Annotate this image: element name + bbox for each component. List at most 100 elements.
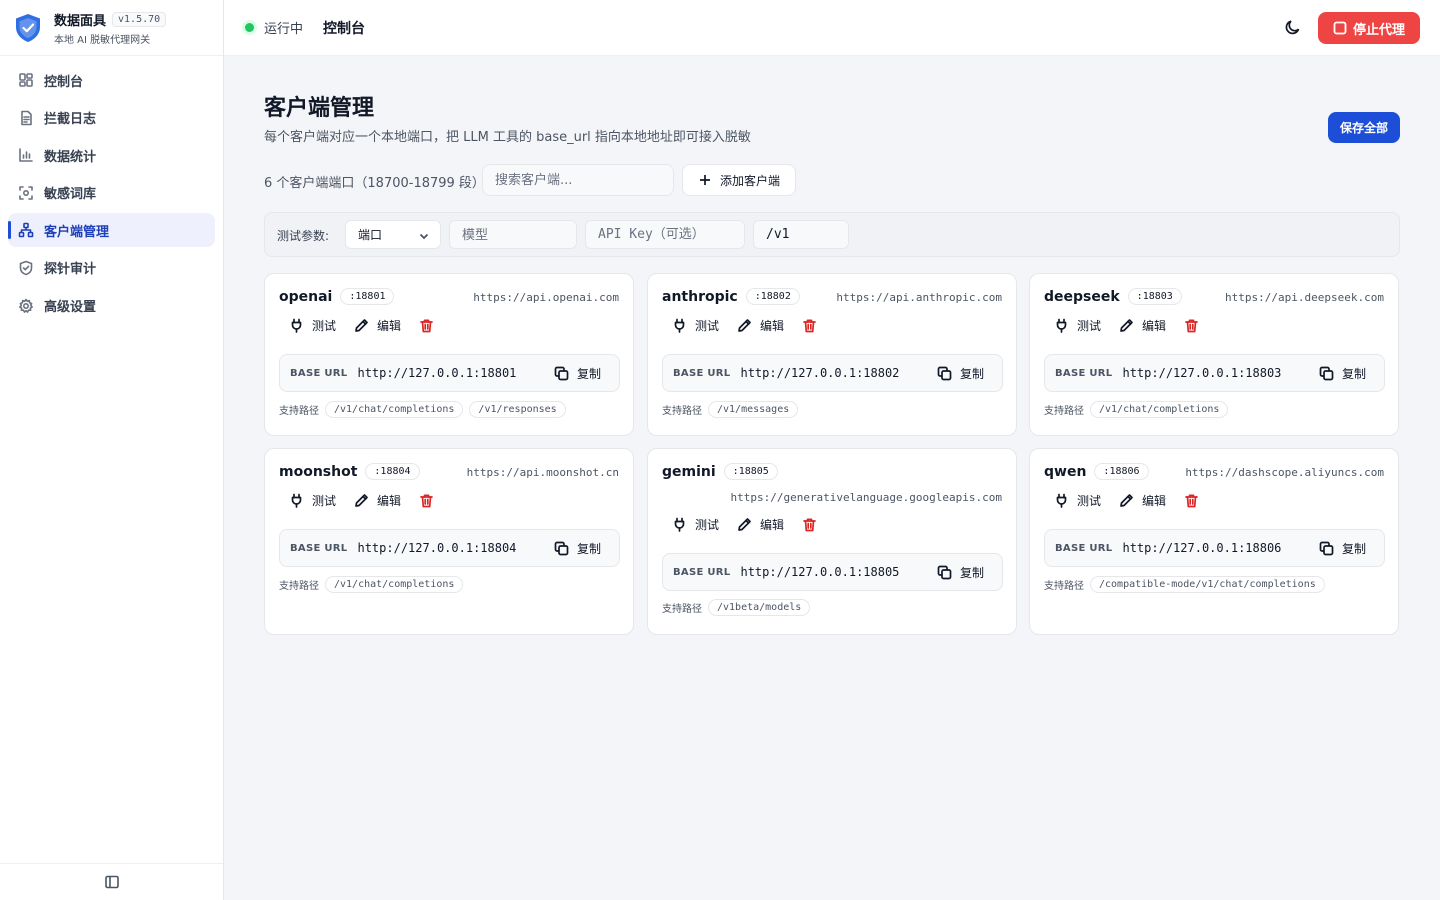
- brand: 数据面具 v1.5.70 本地 AI 脱敏代理网关: [0, 0, 223, 56]
- paths-label: 支持路径: [279, 406, 319, 417]
- sidebar-item-label: 高级设置: [44, 300, 97, 316]
- theme-toggle-button[interactable]: [1284, 18, 1304, 38]
- base-url-value: http://127.0.0.1:18802: [740, 366, 900, 380]
- path-input[interactable]: [753, 220, 849, 249]
- copy-button[interactable]: 复制: [1319, 540, 1366, 557]
- test-label: 测试: [1077, 319, 1102, 333]
- copy-icon: [554, 541, 569, 556]
- edit-label: 编辑: [1142, 494, 1167, 508]
- status-indicator: [245, 23, 254, 32]
- sidebar-item-advanced-settings[interactable]: 高级设置: [8, 289, 215, 323]
- pencil-icon: [738, 319, 751, 332]
- edit-button[interactable]: 编辑: [737, 516, 784, 533]
- base-url-label: BASE URL: [673, 566, 731, 578]
- port-badge: :18801: [340, 288, 395, 305]
- sidebar-item-label: 客户端管理: [44, 224, 110, 240]
- card-header: gemini :18805: [662, 463, 778, 480]
- test-button[interactable]: 测试: [1054, 492, 1101, 509]
- sidebar-toggle-icon[interactable]: [104, 874, 120, 890]
- client-card: moonshot :18804 https://api.moonshot.cn …: [264, 448, 634, 635]
- test-label: 测试: [312, 494, 337, 508]
- search-input[interactable]: [482, 164, 674, 196]
- path-chip: /v1/chat/completions: [1090, 401, 1229, 418]
- copy-label: 复制: [576, 367, 601, 381]
- api-key-input[interactable]: [585, 220, 745, 249]
- card-actions: 测试 编辑: [1054, 317, 1217, 334]
- copy-icon: [554, 366, 569, 381]
- pencil-icon: [738, 518, 751, 531]
- copy-label: 复制: [1341, 367, 1366, 381]
- plug-icon: [1056, 318, 1067, 333]
- base-url-value: http://127.0.0.1:18803: [1122, 366, 1282, 380]
- edit-button[interactable]: 编辑: [1119, 317, 1166, 334]
- gear-icon: [19, 298, 33, 313]
- test-button[interactable]: 测试: [289, 317, 336, 334]
- client-name: gemini: [662, 463, 716, 480]
- stop-proxy-button[interactable]: 停止代理: [1318, 12, 1420, 44]
- card-header: deepseek :18803: [1044, 288, 1182, 305]
- edit-label: 编辑: [377, 494, 402, 508]
- test-button[interactable]: 测试: [672, 516, 719, 533]
- sidebar-item-sensitive-words[interactable]: 敏感词库: [8, 176, 215, 210]
- trash-icon: [1185, 494, 1198, 508]
- port-badge: :18802: [745, 288, 800, 305]
- card-actions: 测试 编辑: [289, 492, 452, 509]
- edit-button[interactable]: 编辑: [354, 492, 401, 509]
- delete-button[interactable]: [802, 517, 817, 532]
- delete-button[interactable]: [419, 493, 434, 508]
- test-button[interactable]: 测试: [1054, 317, 1101, 334]
- delete-button[interactable]: [1184, 493, 1199, 508]
- plug-icon: [291, 493, 302, 508]
- copy-button[interactable]: 复制: [937, 365, 984, 382]
- supported-paths: 支持路径 /v1/chat/completions/v1/responses: [279, 401, 572, 418]
- copy-icon: [937, 565, 952, 580]
- base-url-box: BASE URL http://127.0.0.1:18806 复制: [1044, 529, 1385, 567]
- card-actions: 测试 编辑: [289, 317, 452, 334]
- path-chip: /v1/messages: [708, 401, 799, 418]
- port-badge: :18806: [1094, 463, 1149, 480]
- delete-button[interactable]: [1184, 318, 1199, 333]
- sidebar-item-logs[interactable]: 拦截日志: [8, 101, 215, 135]
- delete-button[interactable]: [419, 318, 434, 333]
- test-button[interactable]: 测试: [672, 317, 719, 334]
- base-url-box: BASE URL http://127.0.0.1:18804 复制: [279, 529, 620, 567]
- port-select[interactable]: 端口: [345, 220, 441, 249]
- sidebar-item-probe-audit[interactable]: 探针审计: [8, 251, 215, 285]
- edit-button[interactable]: 编辑: [354, 317, 401, 334]
- delete-button[interactable]: [802, 318, 817, 333]
- upstream-url: https://api.moonshot.cn: [466, 466, 619, 479]
- model-input[interactable]: [449, 220, 577, 249]
- save-all-button[interactable]: 保存全部: [1328, 112, 1400, 143]
- copy-icon: [1319, 366, 1334, 381]
- plug-icon: [1056, 493, 1067, 508]
- base-url-label: BASE URL: [1055, 367, 1113, 379]
- trash-icon: [803, 319, 816, 333]
- client-name: deepseek: [1044, 288, 1120, 305]
- test-params-bar: 测试参数: 端口: [264, 212, 1400, 257]
- copy-button[interactable]: 复制: [1319, 365, 1366, 382]
- copy-button[interactable]: 复制: [554, 540, 601, 557]
- add-client-button[interactable]: 添加客户端: [682, 164, 796, 196]
- stop-square-icon: [1333, 21, 1347, 35]
- copy-button[interactable]: 复制: [937, 564, 984, 581]
- card-header: anthropic :18802: [662, 288, 800, 305]
- copy-label: 复制: [576, 542, 601, 556]
- test-label: 测试: [695, 319, 720, 333]
- paths-label: 支持路径: [1044, 406, 1084, 417]
- client-card: openai :18801 https://api.openai.com 测试 …: [264, 273, 634, 436]
- supported-paths: 支持路径 /v1/chat/completions: [1044, 401, 1234, 418]
- test-button[interactable]: 测试: [289, 492, 336, 509]
- sidebar-item-stats[interactable]: 数据统计: [8, 138, 215, 172]
- path-chip: /v1beta/models: [708, 599, 811, 616]
- dashboard-icon: [19, 73, 33, 87]
- edit-button[interactable]: 编辑: [1119, 492, 1166, 509]
- edit-button[interactable]: 编辑: [737, 317, 784, 334]
- sidebar-item-clients[interactable]: 客户端管理: [8, 213, 215, 248]
- topbar: 运行中 控制台 停止代理: [224, 0, 1440, 56]
- plus-icon: [699, 175, 710, 185]
- copy-button[interactable]: 复制: [554, 365, 601, 382]
- port-badge: :18805: [723, 463, 778, 480]
- supported-paths: 支持路径 /v1/messages: [662, 401, 804, 418]
- sidebar-footer: [0, 863, 223, 900]
- sidebar-item-dashboard[interactable]: 控制台: [8, 63, 215, 97]
